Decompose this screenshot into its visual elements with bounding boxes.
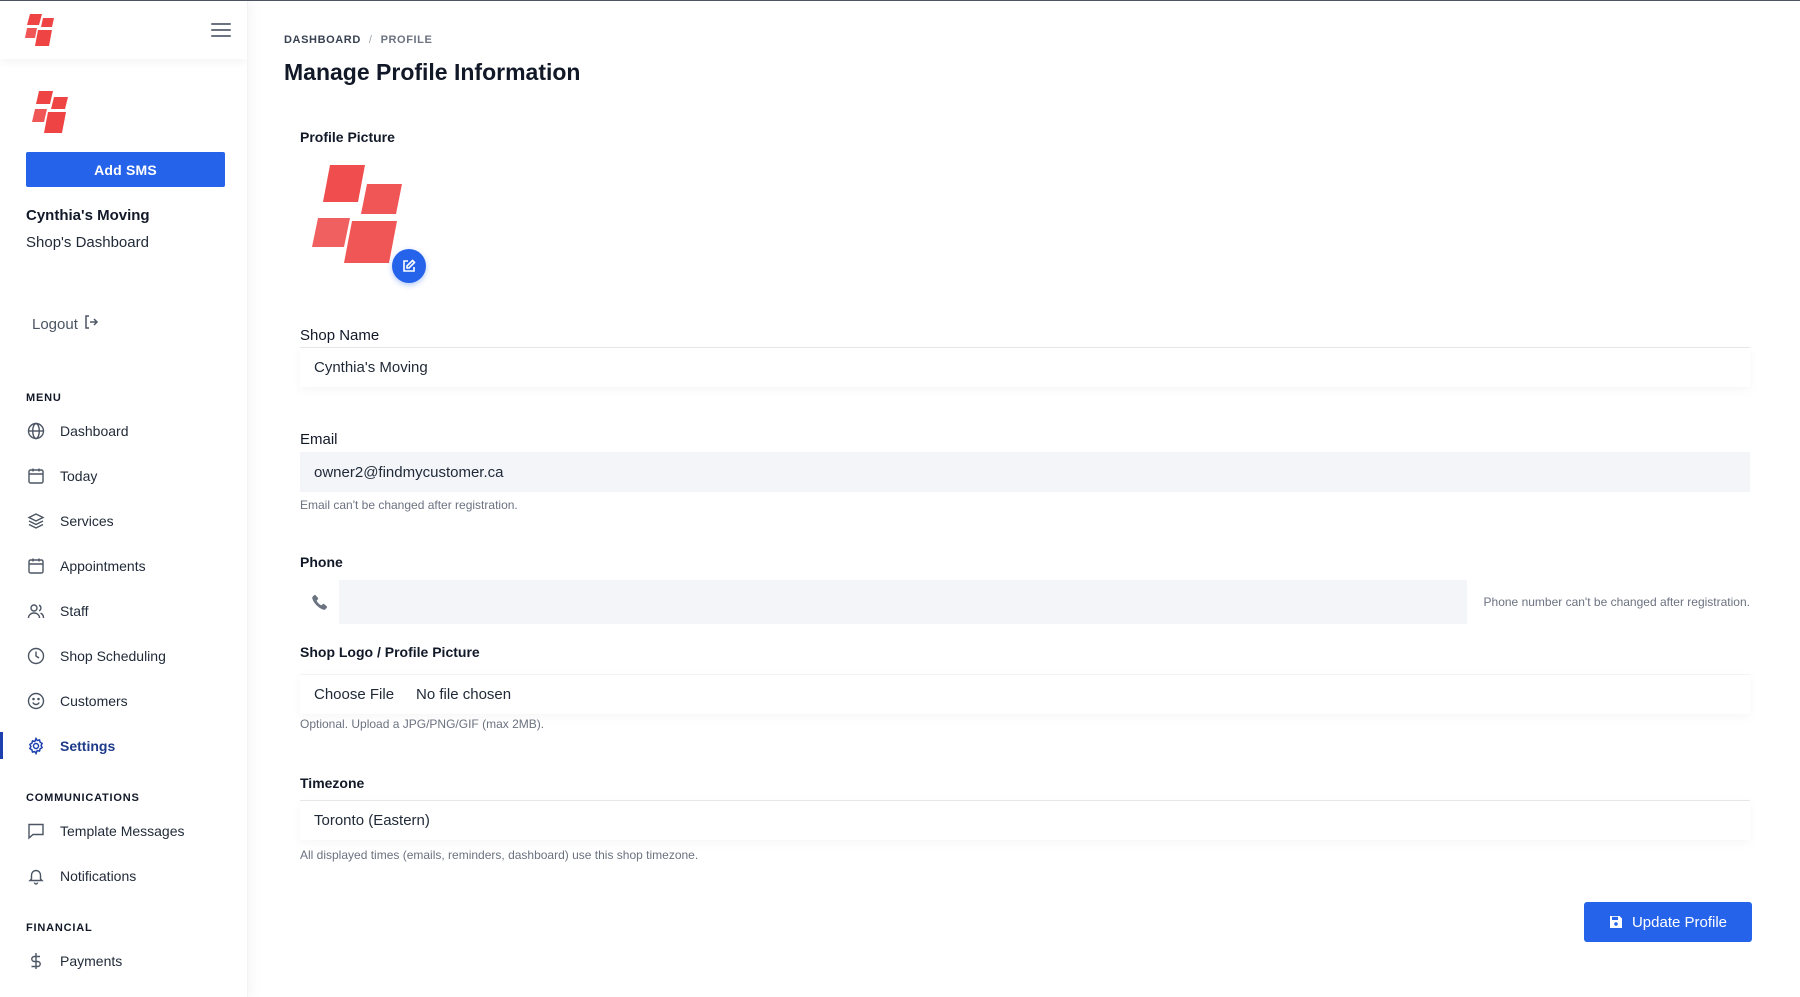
phone-help-text: Phone number can't be changed after regi… [1483, 595, 1750, 609]
profile-picture [310, 159, 430, 289]
nav-item-settings[interactable]: Settings [0, 723, 247, 768]
nav-item-dashboard[interactable]: Dashboard [0, 408, 247, 453]
nav-label: Appointments [60, 557, 146, 574]
calendar-icon [26, 556, 46, 576]
nav-label: Payments [60, 952, 123, 969]
email-help-text: Email can't be changed after registratio… [300, 498, 518, 512]
breadcrumb-dashboard[interactable]: DASHBOARD [284, 34, 361, 46]
timezone-label: Timezone [300, 775, 365, 791]
shop-name-label: Shop Name [300, 327, 380, 344]
nav-item-customers[interactable]: Customers [0, 678, 247, 723]
phone-input[interactable] [339, 580, 1467, 624]
logo-upload-label: Shop Logo / Profile Picture [300, 644, 480, 660]
shop-name-input[interactable] [300, 347, 1750, 387]
nav-label: Services [60, 512, 114, 529]
file-status: No file chosen [416, 686, 512, 703]
breadcrumb-separator: / [368, 34, 373, 46]
logo-file-input[interactable]: Choose File No file chosen [300, 674, 1750, 714]
nav-item-template-messages[interactable]: Template Messages [0, 808, 247, 853]
breadcrumb-profile: PROFILE [380, 34, 433, 46]
nav-item-payments[interactable]: Payments [0, 938, 247, 983]
main-content: DASHBOARD / PROFILE Manage Profile Infor… [248, 1, 1800, 997]
email-label: Email [300, 431, 338, 448]
nav-label: Notifications [60, 867, 137, 884]
logo-help-text: Optional. Upload a JPG/PNG/GIF (max 2MB)… [300, 717, 545, 731]
phone-icon [300, 580, 339, 624]
timezone-help-text: All displayed times (emails, reminders, … [300, 848, 699, 862]
clock-icon [26, 646, 46, 666]
main-nav: Dashboard Today Services Appointments St… [0, 408, 247, 768]
nav-label: Customers [60, 692, 128, 709]
smile-icon [26, 691, 46, 711]
communications-section-label: COMMUNICATIONS [26, 792, 140, 804]
email-input[interactable] [300, 452, 1750, 492]
update-profile-label: Update Profile [1631, 913, 1728, 931]
choose-file-button[interactable]: Choose File [314, 686, 394, 703]
financial-nav: Payments [0, 938, 247, 983]
menu-section-label: MENU [26, 392, 62, 404]
nav-item-today[interactable]: Today [0, 453, 247, 498]
add-sms-button[interactable]: Add SMS [26, 152, 225, 187]
nav-label: Settings [60, 737, 116, 754]
nav-label: Shop Scheduling [60, 647, 166, 664]
sidebar-header [0, 1, 247, 59]
shop-logo [30, 89, 247, 140]
nav-item-services[interactable]: Services [0, 498, 247, 543]
app-logo[interactable] [24, 12, 58, 48]
menu-toggle-icon[interactable] [211, 23, 231, 37]
nav-label: Dashboard [60, 422, 129, 439]
edit-icon [403, 259, 416, 272]
update-profile-button[interactable]: Update Profile [1584, 902, 1752, 942]
nav-item-shop-scheduling[interactable]: Shop Scheduling [0, 633, 247, 678]
calendar-icon [26, 466, 46, 486]
dollar-icon [26, 951, 46, 971]
layers-icon [26, 511, 46, 531]
breadcrumb: DASHBOARD / PROFILE [284, 34, 432, 46]
users-icon [26, 601, 46, 621]
nav-label: Template Messages [60, 822, 185, 839]
message-icon [26, 821, 46, 841]
profile-picture-label: Profile Picture [300, 129, 395, 145]
nav-item-notifications[interactable]: Notifications [0, 853, 247, 898]
phone-label: Phone [300, 554, 343, 570]
communications-nav: Template Messages Notifications [0, 808, 247, 898]
nav-item-appointments[interactable]: Appointments [0, 543, 247, 588]
page-title: Manage Profile Information [284, 59, 581, 85]
nav-label: Today [60, 467, 98, 484]
shop-name: Cynthia's Moving [26, 207, 150, 224]
nav-item-staff[interactable]: Staff [0, 588, 247, 633]
logout-link[interactable]: Logout [32, 314, 247, 334]
globe-icon [26, 421, 46, 441]
bell-icon [26, 866, 46, 886]
logout-label: Logout [32, 315, 78, 333]
phone-field-group: Phone number can't be changed after regi… [300, 580, 1750, 624]
financial-section-label: FINANCIAL [26, 922, 93, 934]
nav-label: Staff [60, 602, 89, 619]
shop-dashboard-link[interactable]: Shop's Dashboard [26, 234, 247, 251]
edit-picture-button[interactable] [392, 249, 426, 283]
gear-icon [26, 736, 46, 756]
sidebar: Add SMS Cynthia's Moving Shop's Dashboar… [0, 1, 248, 997]
logout-icon [83, 314, 99, 334]
timezone-select[interactable]: Toronto (Eastern) [300, 800, 1750, 840]
save-icon [1609, 916, 1622, 928]
